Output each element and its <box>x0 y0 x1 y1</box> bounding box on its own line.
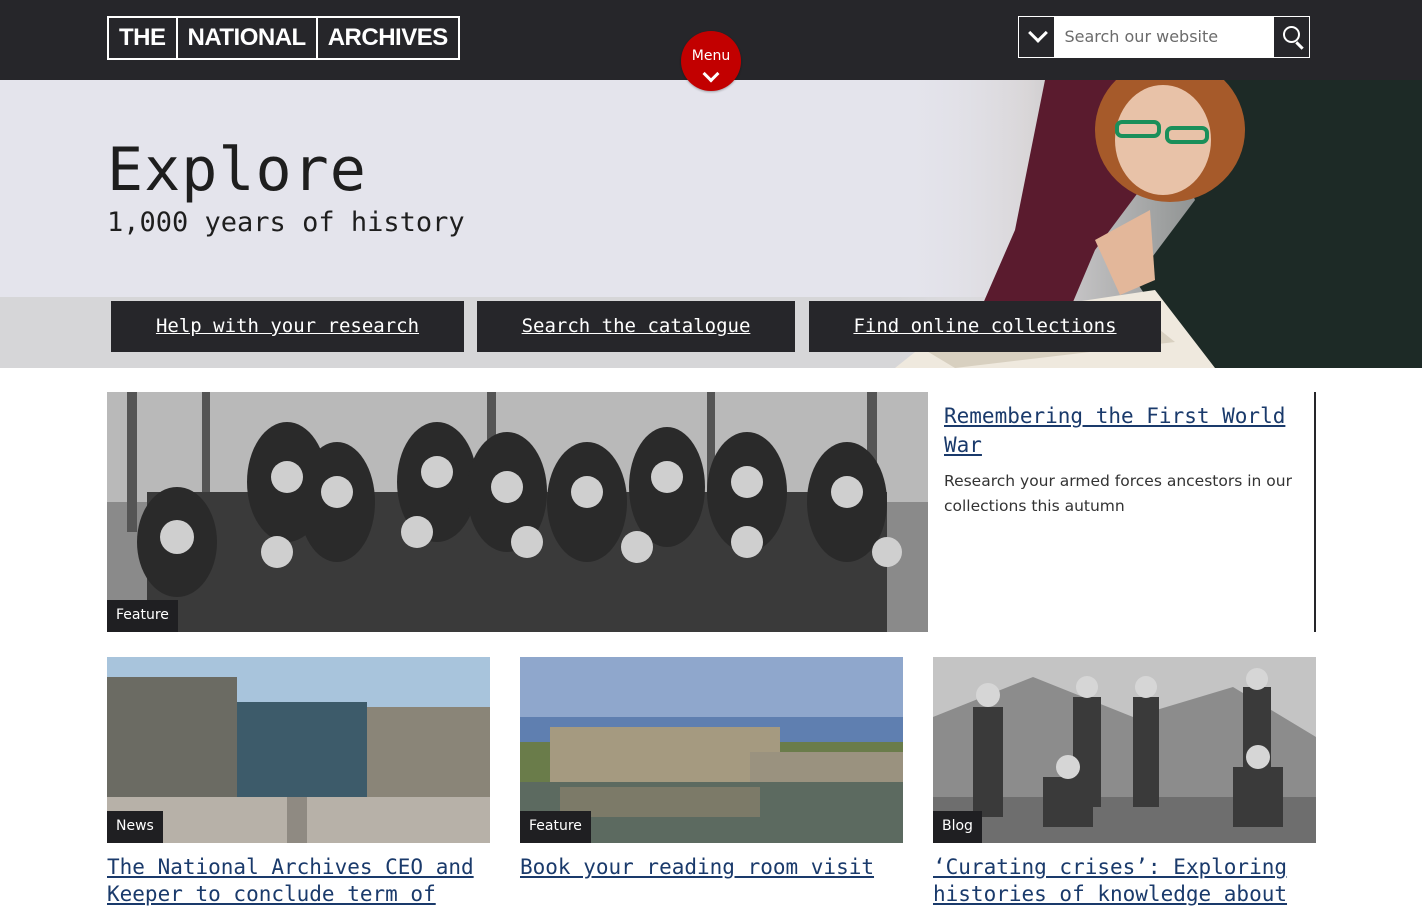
feature-text: Remembering the First World War Research… <box>944 392 1316 632</box>
feature-image-link[interactable]: Feature <box>107 392 928 632</box>
archives-building-photo <box>107 657 490 843</box>
search-icon <box>1283 26 1301 43</box>
site-logo[interactable]: THE NATIONAL ARCHIVES <box>107 16 460 60</box>
logo-part-archives: ARCHIVES <box>327 24 449 51</box>
card-title-link[interactable]: Book your reading room visit <box>520 854 903 881</box>
find-online-collections-button[interactable]: Find online collections <box>809 301 1161 352</box>
soldiers-group-photo <box>107 392 928 632</box>
menu-label: Menu <box>691 48 731 64</box>
feature-card: Feature Book your reading room visit <box>520 657 903 899</box>
blog-card: Blog ‘Curating crises’: Exploring histor… <box>933 657 1316 906</box>
hero-banner: Explore 1,000 years of history Help with… <box>0 80 1422 368</box>
card-image-link[interactable]: News <box>107 657 490 843</box>
news-card: News The National Archives CEO and Keepe… <box>107 657 490 906</box>
card-title-link[interactable]: The National Archives CEO and Keeper to … <box>107 854 490 908</box>
search-input[interactable] <box>1054 17 1275 55</box>
help-with-research-button[interactable]: Help with your research <box>111 301 464 352</box>
card-tag: News <box>107 811 163 843</box>
menu-button[interactable]: Menu <box>681 31 741 91</box>
search-button[interactable] <box>1274 17 1309 57</box>
feature-title-link[interactable]: Remembering the First World War <box>944 402 1314 460</box>
logo-part-the: THE <box>109 18 178 58</box>
feature-description: Research your armed forces ancestors in … <box>944 472 1292 515</box>
hero-title: Explore <box>107 135 367 205</box>
site-search <box>1018 16 1310 58</box>
search-scope-dropdown[interactable] <box>1019 17 1055 57</box>
search-catalogue-button[interactable]: Search the catalogue <box>477 301 795 352</box>
chevron-down-icon <box>1028 23 1048 43</box>
chevron-down-icon <box>702 65 720 83</box>
card-tag: Blog <box>933 811 982 843</box>
card-image-link[interactable]: Feature <box>520 657 903 843</box>
card-tag: Feature <box>520 811 591 843</box>
hero-subtitle: 1,000 years of history <box>107 207 465 238</box>
logo-part-national: NATIONAL <box>178 18 318 58</box>
card-image-link[interactable]: Blog <box>933 657 1316 843</box>
expedition-group-photo <box>933 657 1316 843</box>
card-title-link[interactable]: ‘Curating crises’: Exploring histories o… <box>933 854 1316 908</box>
feature-tag: Feature <box>107 600 178 632</box>
